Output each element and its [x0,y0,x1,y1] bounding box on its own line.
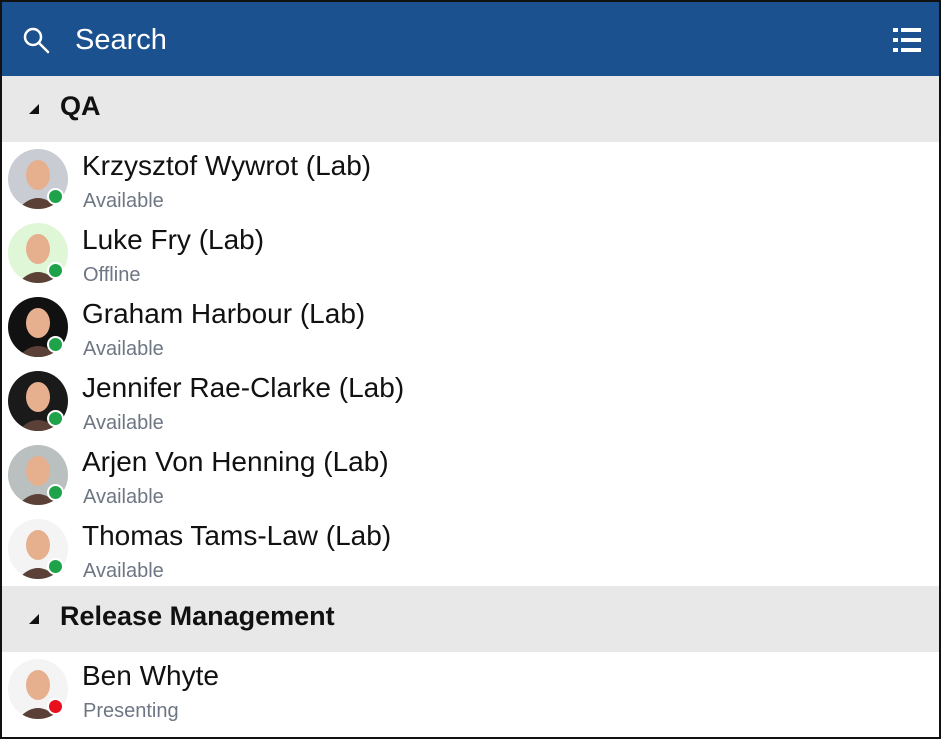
group-header[interactable]: Release Management [2,586,939,652]
contact-status: Offline [83,264,141,286]
contact-row[interactable]: Krzysztof Wywrot (Lab) Available [2,142,939,216]
presence-dot-icon [47,188,64,205]
collapse-triangle-icon[interactable] [29,614,39,624]
contact-status: Available [83,190,164,212]
contact-name: Jennifer Rae-Clarke (Lab) [82,372,405,403]
contact-list: QA Krzysztof Wywrot (Lab) Available Luke… [2,76,939,726]
group-header[interactable]: QA [2,76,939,142]
presence-dot-icon [47,484,64,501]
search-bar[interactable]: Search [2,2,939,76]
presence-dot-icon [47,698,64,715]
contact-row[interactable]: Luke Fry (Lab) Offline [2,216,939,290]
contact-name: Graham Harbour (Lab) [82,298,366,329]
contact-name: Ben Whyte [82,660,219,691]
contact-name: Krzysztof Wywrot (Lab) [82,150,372,181]
contact-name: Luke Fry (Lab) [82,224,265,255]
collapse-triangle-icon[interactable] [29,104,39,114]
contact-row[interactable]: Ben Whyte Presenting [2,652,939,726]
contact-status: Available [83,560,164,582]
list-icon[interactable] [893,27,921,53]
contacts-window: Search QA Krzysztof Wywrot (Lab) Availab… [0,0,941,739]
presence-dot-icon [47,336,64,353]
contact-row[interactable]: Thomas Tams-Law (Lab) Available [2,512,939,586]
contact-status: Available [83,412,164,434]
search-input[interactable]: Search [75,24,167,57]
group-name: Release Management [60,601,335,631]
contact-status: Available [83,486,164,508]
search-icon[interactable] [22,26,50,54]
contact-row[interactable]: Jennifer Rae-Clarke (Lab) Available [2,364,939,438]
contact-row[interactable]: Graham Harbour (Lab) Available [2,290,939,364]
contact-name: Arjen Von Henning (Lab) [82,446,389,477]
presence-dot-icon [47,558,64,575]
contact-name: Thomas Tams-Law (Lab) [82,520,392,551]
presence-dot-icon [47,410,64,427]
contact-status: Presenting [83,700,179,722]
contact-status: Available [83,338,164,360]
presence-dot-icon [47,262,64,279]
group-name: QA [60,91,101,121]
contact-row[interactable]: Arjen Von Henning (Lab) Available [2,438,939,512]
